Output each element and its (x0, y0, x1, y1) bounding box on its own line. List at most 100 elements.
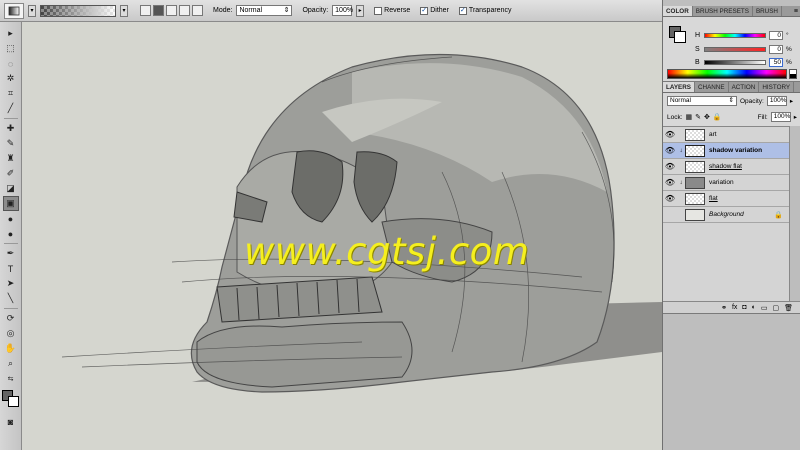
reverse-checkbox[interactable]: Reverse (374, 6, 411, 15)
fill-input[interactable]: 100% (770, 112, 791, 122)
eye-icon[interactable]: 👁 (663, 162, 677, 171)
3d-orbit-icon[interactable]: ◎ (3, 326, 19, 341)
fill-label: Fill: (757, 113, 768, 121)
saturation-slider[interactable] (704, 47, 766, 52)
gradient-type-group (140, 5, 203, 16)
chevron-down-icon[interactable]: ▸ (356, 4, 365, 17)
chevron-down-icon[interactable]: ▾ (120, 4, 128, 17)
eyedropper-icon[interactable]: ╱ (3, 101, 19, 116)
chevron-down-icon[interactable]: ▾ (28, 4, 36, 17)
diamond-gradient-button[interactable] (192, 5, 203, 16)
move-tool-icon[interactable]: ▸ (3, 26, 19, 41)
tab-actions[interactable]: ACTION (729, 82, 760, 92)
new-group-icon[interactable]: ▭ (761, 304, 768, 312)
options-bar: ▾ ▾ Mode: Normal ⇕ Opacity: 100% ▸ Revers… (0, 0, 662, 22)
reflected-gradient-button[interactable] (179, 5, 190, 16)
gradient-picker[interactable] (40, 4, 116, 17)
color-spectrum-ramp[interactable] (667, 69, 787, 79)
line-tool-icon[interactable]: ╲ (3, 291, 19, 306)
add-mask-icon[interactable]: ◘ (742, 304, 746, 311)
layers-scrollbar[interactable] (789, 126, 800, 306)
blur-tool-icon[interactable]: ● (3, 211, 19, 226)
check-icon: ✓ (458, 6, 467, 15)
tab-layers[interactable]: LAYERS (663, 82, 695, 92)
black-white-swatch[interactable] (789, 69, 797, 79)
brightness-value-input[interactable]: 50 (769, 58, 783, 67)
swap-colors-icon[interactable]: ⇆ (3, 371, 19, 386)
eraser-icon[interactable]: ◪ (3, 181, 19, 196)
fx-icon[interactable]: fx (732, 304, 737, 311)
brightness-slider[interactable] (704, 60, 766, 65)
trash-icon[interactable]: 🗑 (784, 304, 793, 312)
brush-tool-icon[interactable]: ✎ (3, 136, 19, 151)
eye-icon[interactable]: 👁 (663, 146, 677, 155)
3d-rotate-icon[interactable]: ⟳ (3, 311, 19, 326)
tab-channels[interactable]: CHANNE (695, 82, 729, 92)
layer-row-flat[interactable]: 👁 flat (663, 191, 789, 207)
saturation-value-input[interactable]: 0 (769, 45, 783, 54)
tab-color[interactable]: COLOR (663, 6, 693, 16)
path-select-icon[interactable]: ➤ (3, 276, 19, 291)
type-tool-icon[interactable]: T (3, 261, 19, 276)
lock-transparent-icon[interactable]: ▦ (686, 113, 693, 121)
brightness-slider-row: B 50 % (695, 57, 799, 68)
eye-icon[interactable]: 👁 (663, 178, 677, 187)
tab-brush-presets[interactable]: BRUSH PRESETS (693, 6, 753, 16)
angle-gradient-button[interactable] (166, 5, 177, 16)
layer-blend-controls: Normal ⇕ Opacity: 100% ▸ (663, 93, 800, 109)
zoom-tool-icon[interactable]: ⌕ (3, 356, 19, 371)
layer-row-shadow-flat[interactable]: 👁 shadow flat (663, 159, 789, 175)
eye-icon[interactable]: 👁 (663, 130, 677, 139)
tool-preset-picker[interactable] (4, 2, 24, 19)
link-layers-icon[interactable]: ⚭ (721, 304, 727, 312)
divider (3, 243, 18, 244)
lasso-tool-icon[interactable]: ◌ (3, 56, 19, 71)
clone-stamp-icon[interactable]: ♜ (3, 151, 19, 166)
right-panel-dock: COLOR BRUSH PRESETS BRUSH ≡ H 0 ° S 0 % … (662, 0, 800, 450)
color-swatches[interactable] (1, 390, 20, 408)
eye-icon[interactable]: 👁 (663, 194, 677, 203)
marquee-tool-icon[interactable]: ⬚ (3, 41, 19, 56)
dodge-tool-icon[interactable]: ● (3, 226, 19, 241)
opacity-input[interactable]: 100% (332, 5, 353, 16)
hue-slider[interactable] (704, 33, 766, 38)
tab-history[interactable]: HISTORY (759, 82, 795, 92)
chevron-right-icon[interactable]: ▸ (794, 113, 797, 121)
lock-position-icon[interactable]: ✥ (704, 113, 710, 121)
gradient-tool-icon[interactable]: ▣ (2, 196, 19, 211)
quick-mask-icon[interactable]: ◙ (3, 414, 19, 429)
layer-row-background[interactable]: Background 🔒 (663, 207, 789, 223)
lock-all-icon[interactable]: 🔒 (713, 113, 722, 121)
healing-brush-icon[interactable]: ✚ (3, 121, 19, 136)
tab-brush[interactable]: BRUSH (753, 6, 782, 16)
color-panel-tabs: COLOR BRUSH PRESETS BRUSH ≡ (663, 6, 800, 17)
reverse-label: Reverse (384, 7, 411, 14)
history-brush-icon[interactable]: ✐ (3, 166, 19, 181)
linear-gradient-button[interactable] (140, 5, 151, 16)
pen-tool-icon[interactable]: ✒ (3, 246, 19, 261)
layer-row-shadow-variation[interactable]: 👁 ↓ shadow variation (663, 143, 789, 159)
radial-gradient-button[interactable] (153, 5, 164, 16)
dither-checkbox[interactable]: ✓ Dither (420, 6, 449, 15)
hue-value-input[interactable]: 0 (769, 31, 783, 40)
layer-name: shadow variation (709, 147, 763, 154)
chevron-right-icon[interactable]: ▸ (790, 97, 793, 105)
mode-select[interactable]: Normal ⇕ (236, 5, 293, 16)
document-canvas[interactable]: www.cgtsj.com (22, 22, 662, 450)
lock-pixels-icon[interactable]: ✎ (695, 113, 701, 121)
panel-menu-icon[interactable]: ≡ (791, 6, 800, 16)
blend-mode-select[interactable]: Normal ⇕ (667, 96, 737, 106)
divider (3, 118, 18, 119)
hand-tool-icon[interactable]: ✋ (3, 341, 19, 356)
new-layer-icon[interactable]: ▢ (772, 304, 779, 312)
layer-row-art[interactable]: 👁 art (663, 127, 789, 143)
background-color-swatch[interactable] (7, 396, 19, 407)
adjustment-layer-icon[interactable]: ◐ (752, 304, 756, 311)
quick-select-icon[interactable]: ✲ (3, 71, 19, 86)
crop-tool-icon[interactable]: ⌗ (3, 86, 19, 101)
layer-row-variation[interactable]: 👁 ↓ variation (663, 175, 789, 191)
layer-opacity-input[interactable]: 100% (766, 96, 787, 106)
background-color-swatch[interactable] (674, 31, 686, 43)
transparency-checkbox[interactable]: ✓ Transparency (458, 6, 511, 15)
opacity-label: Opacity: (302, 7, 329, 14)
